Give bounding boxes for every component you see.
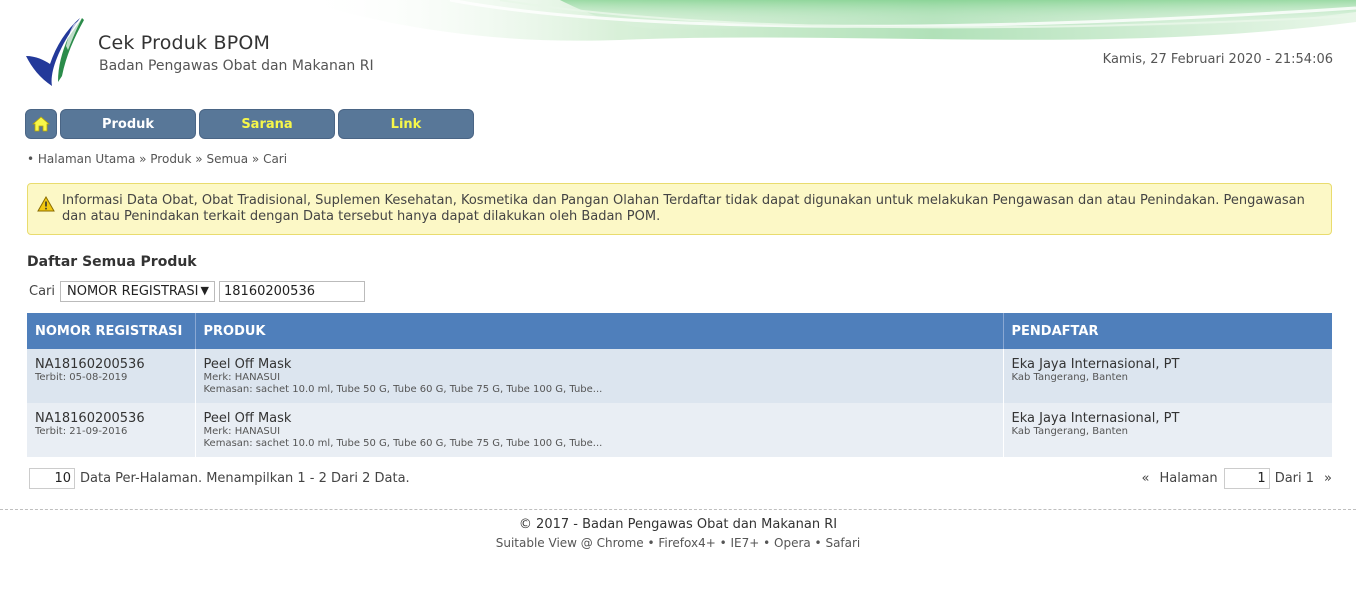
chevron-down-icon: ▼ <box>200 284 209 297</box>
registrant-name: Eka Jaya Internasional, PT <box>1011 357 1180 372</box>
product-name: Peel Off Mask <box>203 357 292 372</box>
registrant-name: Eka Jaya Internasional, PT <box>1011 411 1180 426</box>
alert-message: Informasi Data Obat, Obat Tradisional, S… <box>62 193 1305 224</box>
header: Cek Produk BPOM Badan Pengawas Obat dan … <box>0 0 1356 100</box>
issue-date: Terbit: 05-08-2019 <box>35 372 128 383</box>
page-number-input[interactable]: 1 <box>1223 468 1270 489</box>
issue-date: Terbit: 21-09-2016 <box>35 426 128 437</box>
footer-copyright: © 2017 - Badan Pengawas Obat dan Makanan… <box>518 517 838 532</box>
registration-number: NA18160200536 <box>35 357 145 372</box>
product-table: NOMOR REGISTRASI PRODUK PENDAFTAR NA1816… <box>27 313 1332 457</box>
section-title: Daftar Semua Produk <box>27 254 197 270</box>
nav-home-button[interactable] <box>25 109 57 139</box>
site-title: Cek Produk BPOM <box>98 32 271 54</box>
product-packaging: Kemasan: sachet 10.0 ml, Tube 50 G, Tube… <box>203 438 603 449</box>
cell-product: Peel Off Mask Merk: HANASUI Kemasan: sac… <box>195 403 1004 457</box>
registrant-location: Kab Tangerang, Banten <box>1011 372 1128 383</box>
cell-registrant: Eka Jaya Internasional, PT Kab Tangerang… <box>1003 403 1332 457</box>
cell-registration: NA18160200536 Terbit: 05-08-2019 <box>27 349 196 403</box>
main-navigation: Produk Sarana Link <box>25 109 474 139</box>
pagination-summary: 10 Data Per-Halaman. Menampilkan 1 - 2 D… <box>29 468 410 489</box>
search-field-selected: NOMOR REGISTRASI <box>67 284 199 299</box>
nav-link-button[interactable]: Link <box>338 109 474 139</box>
search-bar: Cari NOMOR REGISTRASI ▼ 18160200536 <box>29 281 365 302</box>
page-label: Halaman <box>1159 471 1218 486</box>
table-row[interactable]: NA18160200536 Terbit: 05-08-2019 Peel Of… <box>27 349 1332 403</box>
footer-divider <box>0 509 1356 510</box>
home-icon <box>32 116 50 132</box>
info-alert: Informasi Data Obat, Obat Tradisional, S… <box>27 183 1332 235</box>
table-row[interactable]: NA18160200536 Terbit: 21-09-2016 Peel Of… <box>27 403 1332 457</box>
page-total: Dari 1 <box>1274 471 1315 486</box>
cell-registrant: Eka Jaya Internasional, PT Kab Tangerang… <box>1003 349 1332 403</box>
bpom-logo-icon <box>26 18 84 86</box>
search-field-select[interactable]: NOMOR REGISTRASI ▼ <box>60 281 215 302</box>
current-datetime: Kamis, 27 Februari 2020 - 21:54:06 <box>1102 52 1333 67</box>
nav-produk-button[interactable]: Produk <box>60 109 196 139</box>
product-brand: Merk: HANASUI <box>203 372 281 383</box>
footer-browser-support: Suitable View @ Chrome • Firefox4+ • IE7… <box>495 536 861 550</box>
breadcrumb[interactable]: • Halaman Utama » Produk » Semua » Cari <box>27 152 287 166</box>
pagination-controls: « Halaman 1 Dari 1 » <box>1142 468 1332 489</box>
cell-product: Peel Off Mask Merk: HANASUI Kemasan: sac… <box>195 349 1004 403</box>
cell-registration: NA18160200536 Terbit: 21-09-2016 <box>27 403 196 457</box>
pagination-summary-text: Data Per-Halaman. Menampilkan 1 - 2 Dari… <box>80 471 410 486</box>
column-header-registrant[interactable]: PENDAFTAR <box>1003 313 1332 349</box>
warning-icon <box>37 196 55 212</box>
product-name: Peel Off Mask <box>203 411 292 426</box>
product-brand: Merk: HANASUI <box>203 426 281 437</box>
prev-page-button[interactable]: « <box>1142 471 1150 486</box>
registration-number: NA18160200536 <box>35 411 145 426</box>
product-packaging: Kemasan: sachet 10.0 ml, Tube 50 G, Tube… <box>203 384 603 395</box>
search-label: Cari <box>29 284 55 299</box>
column-header-product[interactable]: PRODUK <box>195 313 1004 349</box>
nav-sarana-button[interactable]: Sarana <box>199 109 335 139</box>
per-page-input[interactable]: 10 <box>29 468 75 489</box>
next-page-button[interactable]: » <box>1324 471 1332 486</box>
search-input[interactable]: 18160200536 <box>219 281 365 302</box>
column-header-registration[interactable]: NOMOR REGISTRASI <box>27 313 196 349</box>
site-subtitle: Badan Pengawas Obat dan Makanan RI <box>99 58 374 74</box>
table-header-row: NOMOR REGISTRASI PRODUK PENDAFTAR <box>27 313 1332 349</box>
registrant-location: Kab Tangerang, Banten <box>1011 426 1128 437</box>
